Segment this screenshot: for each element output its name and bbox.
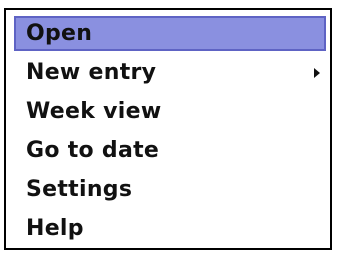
menu-item-label: Week view	[26, 99, 162, 124]
menu-item-go-to-date[interactable]: Go to date	[14, 133, 326, 168]
menu-item-settings[interactable]: Settings	[14, 172, 326, 207]
popup-menu: Open New entry Week view Go to date Sett…	[4, 8, 332, 250]
menu-item-label: New entry	[26, 60, 157, 85]
menu-item-label: Go to date	[26, 138, 160, 163]
menu-item-new-entry[interactable]: New entry	[14, 55, 326, 90]
menu-item-label: Help	[26, 216, 84, 241]
menu-item-help[interactable]: Help	[14, 211, 326, 246]
menu-item-label: Settings	[26, 177, 133, 202]
menu-item-week-view[interactable]: Week view	[14, 94, 326, 129]
chevron-right-icon	[314, 67, 320, 78]
menu-item-open[interactable]: Open	[14, 16, 326, 51]
window-top-strip	[0, 0, 338, 6]
menu-item-label: Open	[26, 21, 93, 46]
